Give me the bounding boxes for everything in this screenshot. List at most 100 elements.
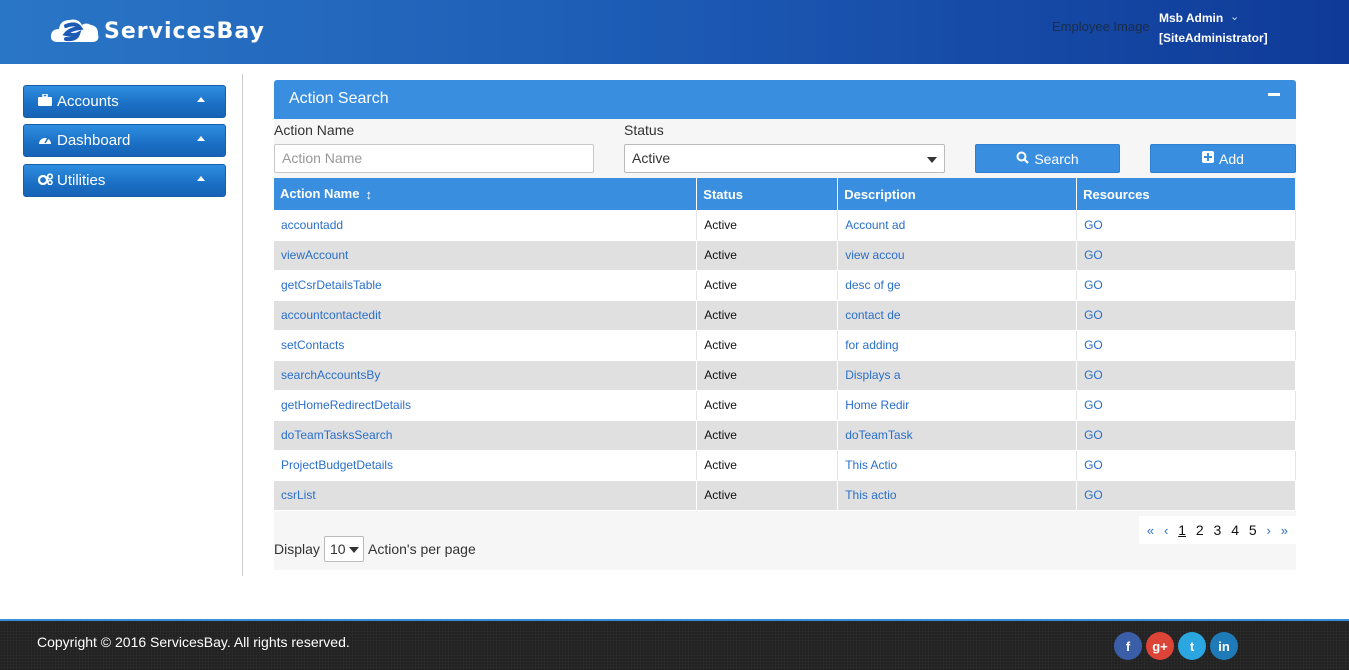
search-icon [1016,151,1030,167]
action-name-link[interactable]: accountadd [274,210,698,241]
action-name-link[interactable]: getHomeRedirectDetails [274,390,698,421]
briefcase-icon [38,93,54,109]
table-header-row: Action Name ↕ Status Description Resource… [274,178,1296,210]
caret-up-icon [197,97,205,102]
panel-title: Action Search [289,90,389,107]
sidebar-item-label: Utilities [57,172,106,189]
action-name-link[interactable]: searchAccountsBy [274,360,698,391]
page-link-1[interactable]: 1 [1178,522,1186,538]
status-label: Status [624,122,664,138]
column-header-action-name[interactable]: Action Name ↕ [274,178,698,210]
brand-logo[interactable]: ServicesBay [48,14,265,48]
panel-header: Action Search [274,80,1296,119]
display-label: Display [274,541,320,557]
status-select-value: Active [632,150,671,166]
per-page-select[interactable]: 10 [324,536,364,562]
table-row: csrList Active This actio GO [274,480,1296,511]
page-link-4[interactable]: 4 [1231,522,1239,538]
sidebar-item-accounts[interactable]: Accounts [23,85,226,118]
sidebar-divider [242,74,243,576]
prev-page-link[interactable]: ‹ [1164,523,1168,538]
dropdown-arrow-icon [349,547,359,553]
description-link[interactable]: view accou [837,240,1078,271]
add-button-label: Add [1219,150,1244,167]
resources-go-link[interactable]: GO [1076,480,1296,511]
resources-go-link[interactable]: GO [1076,330,1296,361]
per-page-value: 10 [330,541,346,557]
chevron-down-icon[interactable]: ⌄ [1230,10,1239,23]
description-link[interactable]: This actio [837,480,1078,511]
linkedin-icon[interactable]: in [1210,632,1238,660]
action-name-link[interactable]: accountcontactedit [274,300,698,331]
action-name-link[interactable]: viewAccount [274,240,698,271]
last-page-link[interactable]: » [1281,523,1288,538]
copyright-text: Copyright © 2016 ServicesBay. All rights… [37,634,350,650]
action-name-label: Action Name [274,122,355,138]
description-link[interactable]: doTeamTask [837,420,1078,451]
sort-icon[interactable]: ↕ [365,187,372,202]
page-link-2[interactable]: 2 [1196,522,1204,538]
description-link[interactable]: desc of ge [837,270,1078,301]
action-name-link[interactable]: getCsrDetailsTable [274,270,698,301]
user-role: [SiteAdministrator] [1159,31,1268,45]
description-link[interactable]: Account ad [837,210,1078,241]
status-cell: Active [696,390,839,421]
per-page-label: Action's per page [368,541,476,557]
description-link[interactable]: Home Redir [837,390,1078,421]
resources-go-link[interactable]: GO [1076,360,1296,391]
top-header: ServicesBay Employee Image Msb Admin ⌄ [… [0,0,1349,64]
sidebar-item-utilities[interactable]: Utilities [23,164,226,197]
table-row: accountadd Active Account ad GO [274,210,1296,241]
description-link[interactable]: contact de [837,300,1078,331]
pagination: « ‹ 1 2 3 4 5 › » [1139,516,1296,544]
status-cell: Active [696,240,839,271]
description-link[interactable]: Displays a [837,360,1078,391]
status-cell: Active [696,300,839,331]
google-plus-icon[interactable]: g+ [1146,632,1174,660]
twitter-icon[interactable]: t [1178,632,1206,660]
facebook-icon[interactable]: f [1114,632,1142,660]
status-cell: Active [696,210,839,241]
table-row: setContacts Active for adding GO [274,330,1296,361]
first-page-link[interactable]: « [1147,523,1154,538]
search-button[interactable]: Search [975,144,1120,173]
column-header-status: Status [696,178,839,210]
status-cell: Active [696,270,839,301]
status-cell: Active [696,480,839,511]
resources-go-link[interactable]: GO [1076,210,1296,241]
status-cell: Active [696,360,839,391]
resources-go-link[interactable]: GO [1076,300,1296,331]
action-name-link[interactable]: doTeamTasksSearch [274,420,698,451]
add-button[interactable]: Add [1150,144,1296,173]
minimize-icon[interactable] [1268,93,1280,96]
description-link[interactable]: for adding [837,330,1078,361]
page-link-3[interactable]: 3 [1214,522,1222,538]
table-row: doTeamTasksSearch Active doTeamTask GO [274,420,1296,451]
caret-up-icon [197,176,205,181]
resources-go-link[interactable]: GO [1076,420,1296,451]
table-row: getHomeRedirectDetails Active Home Redir GO [274,390,1296,421]
search-button-label: Search [1034,150,1079,167]
next-page-link[interactable]: › [1267,523,1271,538]
user-name[interactable]: Msb Admin [1159,11,1223,25]
column-header-label: Action Name [280,185,360,201]
resources-go-link[interactable]: GO [1076,240,1296,271]
description-link[interactable]: This Actio [837,450,1078,481]
table-row: accountcontactedit Active contact de GO [274,300,1296,331]
resources-go-link[interactable]: GO [1076,450,1296,481]
action-name-link[interactable]: csrList [274,480,698,511]
caret-up-icon [197,136,205,141]
column-header-description: Description [837,178,1078,210]
action-name-link[interactable]: setContacts [274,330,698,361]
employee-image[interactable]: Employee Image [1052,19,1150,34]
page-link-5[interactable]: 5 [1249,522,1257,538]
sidebar-item-label: Accounts [57,93,119,110]
resources-go-link[interactable]: GO [1076,390,1296,421]
status-cell: Active [696,420,839,451]
resources-go-link[interactable]: GO [1076,270,1296,301]
status-select[interactable]: Active [624,144,945,173]
cloud-logo-icon [50,19,99,42]
action-name-link[interactable]: ProjectBudgetDetails [274,450,698,481]
sidebar-item-dashboard[interactable]: Dashboard [23,124,226,157]
action-name-input[interactable]: Action Name [274,144,594,173]
